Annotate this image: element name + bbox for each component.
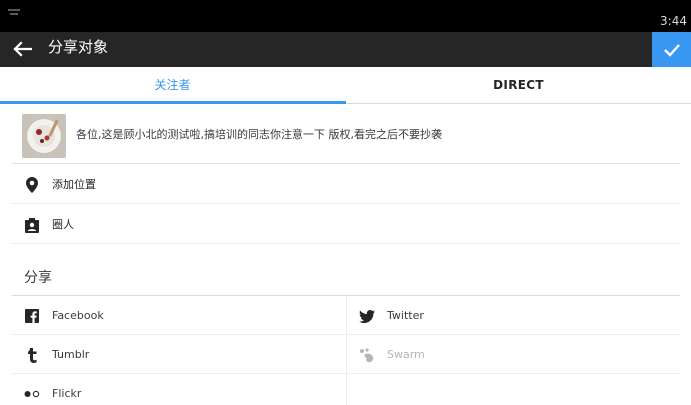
share-facebook[interactable]: Facebook [12,296,345,335]
share-swarm[interactable]: Swarm [346,335,679,374]
add-location-row[interactable]: 添加位置 [12,165,680,204]
location-pin-icon [24,177,40,193]
facebook-label: Facebook [52,309,104,322]
flickr-icon [24,386,40,402]
add-location-label: 添加位置 [52,178,96,191]
status-bar: 3:44 [0,0,691,32]
tab-followers[interactable]: 关注者 [0,67,345,103]
facebook-icon [24,308,40,324]
notification-icon [8,9,20,15]
page-title: 分享对象 [48,38,109,56]
status-time: 3:44 [660,14,687,28]
tab-direct[interactable]: DIRECT [346,67,691,103]
confirm-button[interactable] [652,32,691,67]
caption-input[interactable]: 各位,这是顾小北的测试啦,搞培训的同志你注意一下 版权,看完之后不要抄袭 [76,104,442,164]
share-flickr[interactable]: Flickr [12,374,345,405]
tag-people-row[interactable]: 圈人 [12,205,680,244]
action-bar: 分享对象 [0,32,691,67]
tag-people-label: 圈人 [52,218,74,231]
caption-row: 各位,这是顾小北的测试啦,搞培训的同志你注意一下 版权,看完之后不要抄袭 [12,104,680,164]
share-section-header: 分享 [24,270,52,286]
back-button[interactable] [10,38,34,60]
share-twitter[interactable]: Twitter [346,296,679,335]
share-empty-cell [346,374,679,405]
twitter-label: Twitter [387,309,424,322]
tag-people-icon [24,217,40,233]
twitter-icon [359,308,375,324]
tab-bar: 关注者 DIRECT [0,67,691,104]
checkmark-icon [663,43,680,57]
tumblr-icon [24,347,40,363]
share-tumblr[interactable]: Tumblr [12,335,345,374]
swarm-icon [359,347,375,363]
flickr-label: Flickr [52,387,82,400]
arrow-left-icon [13,41,32,57]
post-thumbnail [22,114,66,158]
tumblr-label: Tumblr [52,348,90,361]
swarm-label: Swarm [387,348,425,361]
